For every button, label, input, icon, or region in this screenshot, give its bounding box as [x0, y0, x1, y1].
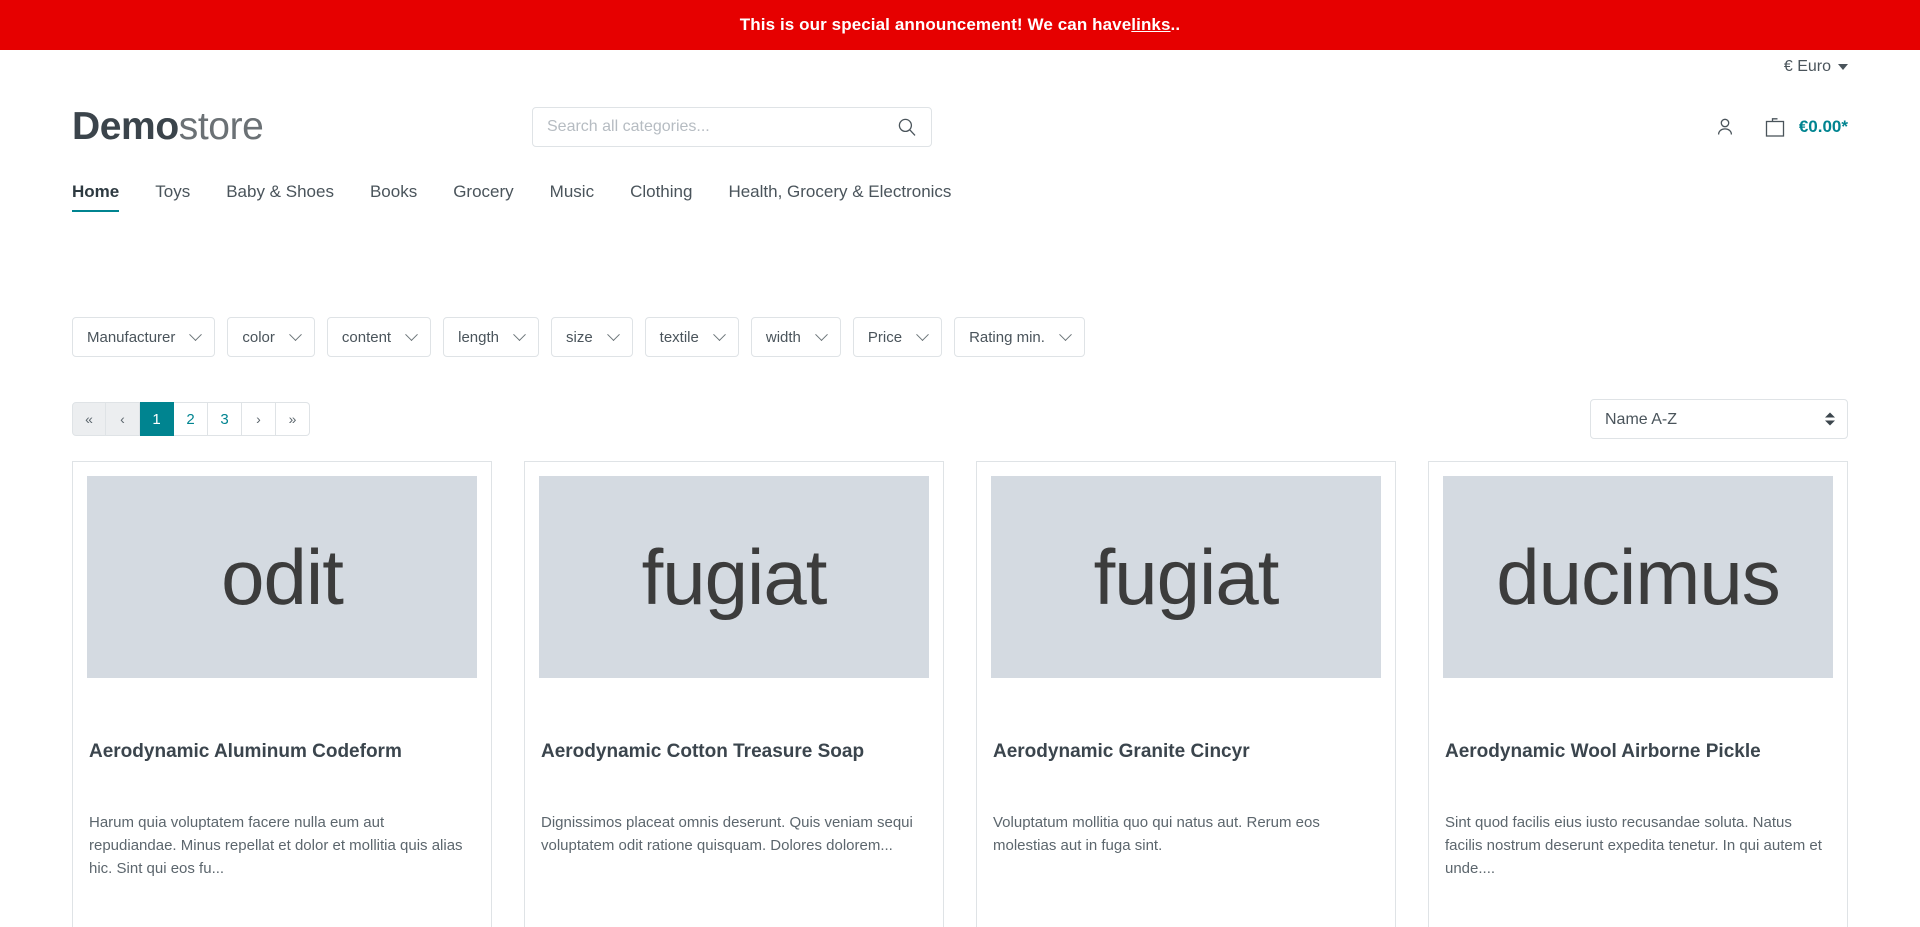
header-actions: €0.00*: [1713, 115, 1848, 140]
filter-rating-min[interactable]: Rating min.: [954, 317, 1085, 357]
pagination-last[interactable]: »: [276, 402, 310, 436]
nav-item-books[interactable]: Books: [352, 182, 435, 212]
filter-label: Manufacturer: [87, 328, 176, 346]
filter-price[interactable]: Price: [852, 317, 943, 357]
filter-manufacturer[interactable]: Manufacturer: [72, 317, 216, 357]
shopping-bag-icon: [1765, 117, 1784, 137]
product-description: Sint quod facilis eius iusto recusandae …: [1445, 814, 1822, 877]
chevron-down-icon: [1838, 64, 1848, 70]
product-description: Voluptatum mollitia quo qui natus aut. R…: [993, 814, 1320, 855]
announcement-link[interactable]: links: [1131, 15, 1170, 35]
product-image-placeholder: fugiat: [539, 476, 929, 678]
chevron-down-icon: [815, 327, 828, 341]
product-title[interactable]: Aerodynamic Cotton Treasure Soap: [539, 740, 929, 764]
pagination-page-1[interactable]: 1: [140, 402, 174, 436]
product-image-text: odit: [221, 533, 344, 621]
search-container: [532, 107, 932, 147]
nav-item-clothing[interactable]: Clothing: [612, 182, 710, 212]
nav-item-baby-and-shoes[interactable]: Baby & Shoes: [208, 182, 352, 212]
user-icon: [1717, 118, 1732, 135]
chevron-down-icon: [606, 327, 620, 341]
filter-color[interactable]: color: [227, 317, 315, 357]
filter-width[interactable]: width: [750, 317, 841, 357]
cart-widget[interactable]: €0.00*: [1763, 115, 1848, 140]
filter-label: textile: [659, 328, 699, 346]
product-image-placeholder: odit: [87, 476, 477, 678]
announcement-text-suffix: ..: [1170, 15, 1181, 34]
product-image-placeholder: ducimus: [1443, 476, 1833, 678]
filter-label: Price: [867, 328, 903, 346]
filter-label: Rating min.: [969, 328, 1045, 346]
filter-label: color: [242, 328, 275, 346]
filter-label: content: [341, 328, 392, 346]
product-card[interactable]: ducimus Aerodynamic Wool Airborne Pickle…: [1428, 461, 1848, 927]
pagination-next[interactable]: ›: [242, 402, 276, 436]
logo-light-part: store: [178, 105, 264, 148]
filter-content[interactable]: content: [326, 317, 432, 357]
product-description: Dignissimos placeat omnis deserunt. Quis…: [541, 814, 913, 855]
product-grid: odit Aerodynamic Aluminum Codeform Harum…: [72, 461, 1848, 927]
filter-textile[interactable]: textile: [644, 317, 739, 357]
nav-item-music[interactable]: Music: [532, 182, 612, 212]
announcement-text: This is our special announcement! We can…: [739, 15, 1132, 34]
account-button[interactable]: [1713, 115, 1737, 139]
nav-item-toys[interactable]: Toys: [137, 182, 208, 212]
nav-item-home[interactable]: Home: [72, 182, 137, 212]
filter-bar: Manufacturer color content length size t…: [72, 317, 1848, 357]
product-description: Harum quia voluptatem facere nulla eum a…: [89, 814, 463, 877]
search-input[interactable]: [532, 107, 932, 147]
product-title[interactable]: Aerodynamic Aluminum Codeform: [87, 740, 477, 764]
chevron-down-icon: [916, 327, 929, 341]
site-header: Demostore €0.00*: [0, 84, 1920, 170]
product-title[interactable]: Aerodynamic Granite Cincyr: [991, 740, 1381, 764]
chevron-down-icon: [712, 327, 726, 341]
chevron-down-icon: [405, 327, 418, 341]
filter-label: length: [458, 328, 499, 346]
product-card[interactable]: fugiat Aerodynamic Granite Cincyr Volupt…: [976, 461, 1396, 927]
nav-item-grocery[interactable]: Grocery: [435, 182, 531, 212]
chevron-down-icon: [513, 327, 526, 341]
product-image-placeholder: fugiat: [991, 476, 1381, 678]
product-image-text: fugiat: [641, 533, 828, 621]
filter-label: width: [765, 328, 801, 346]
logo-bold-part: Demo: [72, 105, 179, 148]
currency-label: € Euro: [1783, 58, 1831, 75]
chevron-down-icon: [1059, 327, 1072, 341]
pagination: « ‹ 1 2 3 › »: [72, 402, 310, 436]
product-title[interactable]: Aerodynamic Wool Airborne Pickle: [1443, 740, 1833, 764]
product-card[interactable]: odit Aerodynamic Aluminum Codeform Harum…: [72, 461, 492, 927]
chevron-down-icon: [289, 327, 302, 341]
product-card[interactable]: fugiat Aerodynamic Cotton Treasure Soap …: [524, 461, 944, 927]
announcement-bar: This is our special announcement! We can…: [0, 0, 1920, 50]
chevron-down-icon: [189, 327, 203, 341]
pagination-prev[interactable]: ‹: [106, 402, 140, 436]
nav-item-health-grocery-electronics[interactable]: Health, Grocery & Electronics: [710, 182, 969, 212]
filter-size[interactable]: size: [550, 317, 633, 357]
product-image-text: ducimus: [1496, 533, 1780, 621]
filter-length[interactable]: length: [443, 317, 539, 357]
site-logo[interactable]: Demostore: [72, 105, 532, 149]
search-icon: [898, 118, 916, 136]
pagination-first[interactable]: «: [72, 402, 106, 436]
utility-bar: € Euro: [0, 50, 1920, 84]
pagination-page-3[interactable]: 3: [208, 402, 242, 436]
filter-label: size: [565, 328, 593, 346]
listing-content: Manufacturer color content length size t…: [0, 317, 1920, 927]
sort-select[interactable]: Name A-Z: [1590, 399, 1848, 439]
cart-total-amount: €0.00*: [1798, 117, 1848, 136]
search-submit-button[interactable]: [888, 107, 926, 147]
main-navigation: Home Toys Baby & Shoes Books Grocery Mus…: [0, 170, 1920, 212]
sort-container: Name A-Z: [1590, 399, 1848, 439]
currency-switcher[interactable]: € Euro: [1784, 58, 1848, 76]
product-image-text: fugiat: [1093, 533, 1280, 621]
listing-toolbar: « ‹ 1 2 3 › » Name A-Z: [72, 399, 1848, 439]
pagination-page-2[interactable]: 2: [174, 402, 208, 436]
